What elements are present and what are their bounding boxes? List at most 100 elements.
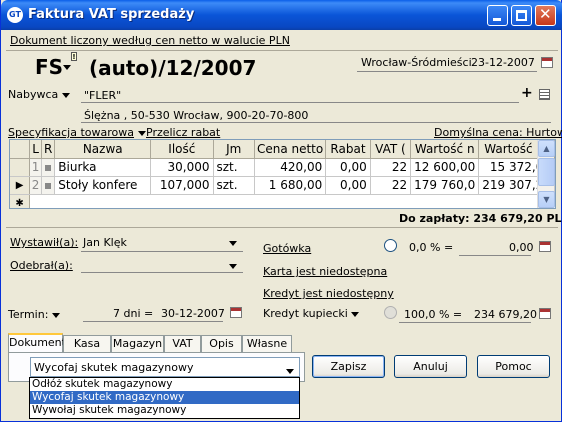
merchant-credit-amount[interactable]: 234 679,20 xyxy=(474,308,537,321)
tab-document[interactable]: Dokument xyxy=(8,333,66,354)
issue-date[interactable]: 23-12-2007 xyxy=(471,56,535,69)
discount-cell[interactable]: 0,00 xyxy=(325,158,371,177)
column-header[interactable]: Ilość xyxy=(150,140,214,159)
column-header[interactable]: R xyxy=(41,140,56,159)
series-dropdown[interactable] xyxy=(63,60,71,73)
calculation-mode-link[interactable]: Dokument liczony według cen netto w walu… xyxy=(10,34,290,47)
net-value-cell[interactable]: 12 600,00 xyxy=(410,158,480,177)
cash-payment-link[interactable]: Gotówka xyxy=(263,242,311,255)
credit-payment-link[interactable]: Kredyt jest niedostępny xyxy=(263,287,394,300)
table-row[interactable]: 1 Biurka 30,000 szt. 420,00 0,00 22 12 6… xyxy=(10,158,555,177)
document-number[interactable]: (auto)/12/2007 xyxy=(89,56,256,80)
column-header[interactable]: Wartość n xyxy=(410,140,480,159)
cash-radio[interactable] xyxy=(384,239,397,252)
buyer-address: Ślężna , 50-530 Wrocław, 900-20-70-800 xyxy=(84,109,309,122)
scroll-down-icon[interactable]: ▼ xyxy=(538,191,555,208)
row-indicator[interactable] xyxy=(10,158,31,177)
maximize-button[interactable] xyxy=(511,5,532,26)
item-name-cell[interactable]: Stoły konfere xyxy=(54,176,152,195)
tab-cash[interactable]: Kasa xyxy=(63,335,111,353)
term-label: Termin: xyxy=(8,308,49,321)
discount-cell[interactable]: 0,00 xyxy=(325,176,371,195)
issue-location[interactable]: Wrocław-Śródmieści xyxy=(361,56,472,69)
minimize-icon xyxy=(493,18,501,21)
recalc-discount-link[interactable]: Przelicz rabat xyxy=(146,126,220,139)
calculator-icon[interactable] xyxy=(539,308,551,319)
received-by-dropdown[interactable] xyxy=(229,259,237,272)
new-row[interactable]: ✱ xyxy=(10,194,555,208)
quantity-cell[interactable]: 30,000 xyxy=(150,158,214,177)
vat-rate-cell[interactable]: 22 xyxy=(370,176,412,195)
new-row-cell[interactable] xyxy=(29,194,555,208)
chevron-down-icon xyxy=(51,312,60,318)
stock-effect-dropdown-button[interactable] xyxy=(282,358,299,376)
merchant-credit-dropdown[interactable]: Kredyt kupiecki xyxy=(263,307,360,320)
issued-by-value[interactable]: Jan Klęk xyxy=(83,236,127,249)
save-button[interactable]: Zapisz xyxy=(312,355,385,378)
term-date[interactable]: 30-12-2007 xyxy=(161,307,225,320)
net-price-cell[interactable]: 420,00 xyxy=(254,158,327,177)
issued-by-dropdown[interactable] xyxy=(229,236,237,249)
minimize-button[interactable] xyxy=(487,5,508,26)
column-header[interactable]: L xyxy=(29,140,42,159)
option-trigger-stock-effect[interactable]: Wywołaj skutek magazynowy xyxy=(30,404,299,417)
column-header[interactable]: Rabat xyxy=(325,140,371,159)
chevron-down-icon xyxy=(63,64,71,70)
document-series[interactable]: FS xyxy=(35,55,63,79)
info-icon[interactable]: ! xyxy=(71,52,77,61)
option-withdraw-stock-effect[interactable]: Wycofaj skutek magazynowy xyxy=(30,391,299,404)
column-header[interactable]: Jm xyxy=(213,140,255,159)
cash-amount[interactable]: 0,00 xyxy=(509,241,534,254)
help-button[interactable]: Pomoc xyxy=(477,355,550,378)
grid-scrollbar[interactable]: ▲ ▼ xyxy=(537,140,555,208)
tab-warehouse[interactable]: Magazyn xyxy=(111,335,164,353)
unit-cell[interactable]: szt. xyxy=(213,176,255,195)
merchant-credit-percent[interactable]: 100,0 % = xyxy=(404,308,462,321)
square-icon xyxy=(45,165,52,171)
items-grid[interactable]: L R Nazwa Ilość Jm Cena netto Rabat VAT … xyxy=(9,139,556,209)
invoice-window: GT Faktura VAT sprzedaży ✕ Dokument licz… xyxy=(0,0,562,422)
scroll-up-icon[interactable]: ▲ xyxy=(538,140,555,157)
vat-rate-cell[interactable]: 22 xyxy=(370,158,412,177)
column-header[interactable]: VAT ( xyxy=(370,140,412,159)
card-payment-link[interactable]: Karta jest niedostępna xyxy=(263,265,387,278)
term-dropdown[interactable]: Termin: xyxy=(8,308,60,321)
total-divider xyxy=(6,227,558,228)
add-buyer-icon[interactable]: + xyxy=(521,85,533,101)
address-underline xyxy=(81,122,551,123)
spec-label: Specyfikacja towarowa xyxy=(8,126,135,139)
stock-effect-select[interactable]: Wycofaj skutek magazynowy xyxy=(30,357,300,377)
option-defer-stock-effect[interactable]: Odłóż skutek magazynowy xyxy=(30,378,299,391)
row-number: 2 xyxy=(29,176,42,195)
net-value-cell[interactable]: 179 760,0 xyxy=(410,176,480,195)
header-divider xyxy=(6,50,558,51)
list-icon[interactable] xyxy=(539,89,550,100)
merchant-credit-radio[interactable] xyxy=(384,306,397,319)
tab-custom[interactable]: Własne xyxy=(242,335,292,353)
calculator-icon[interactable] xyxy=(539,241,551,252)
scroll-thumb[interactable] xyxy=(538,158,555,186)
calendar-icon[interactable] xyxy=(541,57,553,68)
column-header[interactable]: Nazwa xyxy=(54,140,152,159)
calendar-icon[interactable] xyxy=(230,307,242,318)
title-bar[interactable]: GT Faktura VAT sprzedaży ✕ xyxy=(1,0,562,30)
item-name-cell[interactable]: Biurka xyxy=(54,158,152,177)
column-header[interactable]: Cena netto xyxy=(254,140,327,159)
cash-percent[interactable]: 0,0 % = xyxy=(409,241,453,254)
buyer-label[interactable]: Nabywca xyxy=(8,88,70,101)
quantity-cell[interactable]: 107,000 xyxy=(150,176,214,195)
table-row[interactable]: ▶ 2 Stoły konfere 107,000 szt. 1 680,00 … xyxy=(10,176,555,195)
buyer-underline xyxy=(81,102,519,103)
default-price-link[interactable]: Domyślna cena: Hurtowa xyxy=(434,126,562,139)
new-row-indicator[interactable]: ✱ xyxy=(10,194,31,208)
term-days[interactable]: 7 dni = xyxy=(113,307,153,320)
unit-cell[interactable]: szt. xyxy=(213,158,255,177)
buyer-name[interactable]: "FLER" xyxy=(84,89,121,102)
cancel-button[interactable]: Anuluj xyxy=(394,355,467,378)
row-indicator[interactable]: ▶ xyxy=(10,176,31,195)
tab-description[interactable]: Opis xyxy=(201,335,242,353)
net-price-cell[interactable]: 1 680,00 xyxy=(254,176,327,195)
tab-vat[interactable]: VAT xyxy=(164,335,201,353)
close-button[interactable]: ✕ xyxy=(535,5,556,26)
spec-dropdown[interactable]: Specyfikacja towarowa xyxy=(8,126,146,139)
